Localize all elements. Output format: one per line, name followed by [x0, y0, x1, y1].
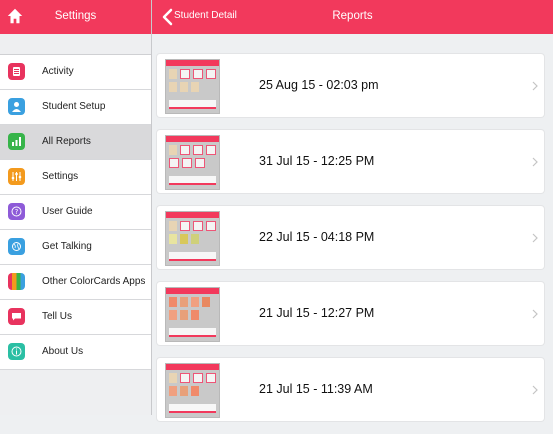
- sidebar-item-tell-us[interactable]: Tell Us: [0, 300, 151, 335]
- sidebar-item-activity[interactable]: Activity: [0, 55, 151, 90]
- report-row[interactable]: 21 Jul 15 - 12:27 PM: [157, 282, 544, 345]
- sidebar-item-student-setup[interactable]: Student Setup: [0, 90, 151, 125]
- report-thumbnail: [165, 135, 220, 190]
- sidebar-item-label: Settings: [42, 171, 79, 182]
- sidebar-title: Settings: [54, 10, 97, 22]
- chevron-right-icon: [532, 309, 538, 319]
- sidebar-item-other-apps[interactable]: Other ColorCards Apps: [0, 265, 151, 300]
- globe-icon: [8, 238, 25, 255]
- question-icon: ?: [8, 203, 25, 220]
- info-icon: [8, 343, 25, 360]
- report-thumbnail: [165, 211, 220, 266]
- sidebar-item-settings[interactable]: Settings: [0, 160, 151, 195]
- chat-icon: [8, 308, 25, 325]
- apps-icon: [8, 273, 25, 290]
- report-thumbnail: [165, 363, 220, 418]
- sidebar-item-user-guide[interactable]: ? User Guide: [0, 195, 151, 230]
- chevron-right-icon: [532, 233, 538, 243]
- sidebar-item-all-reports[interactable]: All Reports: [0, 125, 151, 160]
- settings-icon: [8, 168, 25, 185]
- sidebar-item-label: About Us: [42, 346, 84, 357]
- report-thumbnail: [165, 287, 220, 342]
- report-date: 21 Jul 15 - 11:39 AM: [259, 382, 373, 396]
- report-row[interactable]: 25 Aug 15 - 02:03 pm: [157, 54, 544, 117]
- svg-text:?: ?: [15, 208, 19, 216]
- sidebar-item-label: Student Setup: [42, 101, 106, 112]
- sidebar-item-label: Get Talking: [42, 241, 92, 252]
- report-row[interactable]: 22 Jul 15 - 04:18 PM: [157, 206, 544, 269]
- page-title: Reports: [332, 10, 373, 22]
- report-date: 25 Aug 15 - 02:03 pm: [259, 78, 379, 92]
- reports-list: 25 Aug 15 - 02:03 pm 31 Jul 15 - 12:25 P…: [157, 54, 544, 434]
- report-date: 31 Jul 15 - 12:25 PM: [259, 154, 375, 168]
- report-thumbnail: [165, 59, 220, 114]
- sidebar-item-get-talking[interactable]: Get Talking: [0, 230, 151, 265]
- sidebar-header: Settings: [0, 0, 151, 34]
- chevron-right-icon: [532, 81, 538, 91]
- student-icon: [8, 98, 25, 115]
- report-date: 21 Jul 15 - 12:27 PM: [259, 306, 375, 320]
- sidebar-item-label: All Reports: [42, 136, 91, 147]
- sidebar-item-label: Activity: [42, 66, 74, 77]
- reports-icon: [8, 133, 25, 150]
- activity-icon: [8, 63, 25, 80]
- sidebar-item-label: Other ColorCards Apps: [42, 276, 146, 287]
- main-header: Student Detail Reports: [152, 0, 553, 34]
- report-date: 22 Jul 15 - 04:18 PM: [259, 230, 375, 244]
- sidebar-menu: Activity Student Setup All Reports Setti…: [0, 54, 151, 370]
- sidebar: Settings Activity Student Setup All Repo…: [0, 0, 152, 415]
- chevron-right-icon: [532, 157, 538, 167]
- sidebar-item-label: User Guide: [42, 206, 93, 217]
- chevron-right-icon: [532, 385, 538, 395]
- report-row[interactable]: 21 Jul 15 - 11:39 AM: [157, 358, 544, 421]
- sidebar-item-label: Tell Us: [42, 311, 73, 322]
- sidebar-item-about-us[interactable]: About Us: [0, 335, 151, 370]
- report-row[interactable]: 31 Jul 15 - 12:25 PM: [157, 130, 544, 193]
